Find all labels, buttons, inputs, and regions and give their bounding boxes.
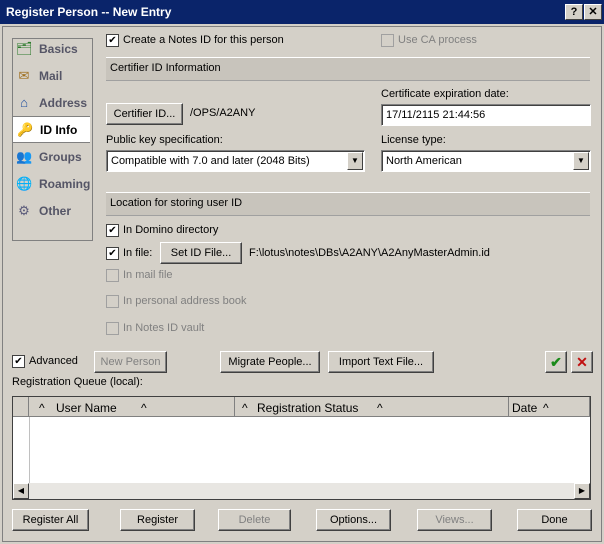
certifier-section-header: Certifier ID Information bbox=[106, 57, 590, 81]
certifier-section-title: Certifier ID Information bbox=[110, 62, 221, 74]
basics-icon: 🗂 bbox=[16, 41, 33, 56]
globe-icon: 🌐 bbox=[16, 176, 33, 191]
cert-expiration-input[interactable]: 17/11/2115 21:44:56 bbox=[381, 104, 591, 126]
tab-address-label: Address bbox=[39, 96, 88, 110]
in-domino-label: In Domino directory bbox=[123, 224, 219, 236]
import-text-file-button[interactable]: Import Text File... bbox=[328, 351, 434, 373]
house-icon: ⌂ bbox=[20, 95, 28, 110]
dropdown-arrow-icon[interactable]: ▼ bbox=[347, 152, 363, 170]
cert-expiration-label: Certificate expiration date: bbox=[381, 88, 509, 100]
tab-mail-label: Mail bbox=[39, 69, 63, 83]
column-date-label: Date bbox=[512, 401, 538, 415]
in-file-label: In file: bbox=[123, 247, 153, 259]
set-id-file-button[interactable]: Set ID File... bbox=[160, 242, 242, 264]
location-section-header: Location for storing user ID bbox=[106, 192, 590, 216]
window-title: Register Person -- New Entry bbox=[6, 5, 172, 19]
column-header-user-name[interactable]: ^ User Name ^ bbox=[29, 397, 235, 417]
tab-other-label: Other bbox=[39, 204, 72, 218]
register-all-button[interactable]: Register All bbox=[12, 509, 89, 531]
ok-check-icon[interactable]: ✔ bbox=[545, 351, 567, 373]
column-registration-status-label: Registration Status bbox=[257, 401, 359, 415]
tab-basics[interactable]: 🗂 Basics bbox=[12, 36, 89, 61]
in-vault-checkbox[interactable] bbox=[106, 322, 119, 335]
in-domino-checkbox[interactable]: ✔ bbox=[106, 224, 119, 237]
tab-roaming-label: Roaming bbox=[39, 177, 91, 191]
certifier-id-button[interactable]: Certifier ID... bbox=[106, 103, 183, 125]
views-button[interactable]: Views... bbox=[417, 509, 492, 531]
mail-icon: ✉ bbox=[18, 68, 30, 83]
create-notes-id-checkbox[interactable]: ✔ bbox=[106, 34, 119, 47]
registration-queue-table[interactable]: ^ User Name ^ ^ Registration Status ^ Da… bbox=[12, 396, 591, 500]
scroll-left-icon[interactable]: ◀ bbox=[13, 483, 29, 499]
column-user-name-label: User Name bbox=[56, 401, 117, 415]
in-file-checkbox[interactable]: ✔ bbox=[106, 247, 119, 260]
table-header-spacer bbox=[13, 397, 29, 417]
create-notes-id-label: Create a Notes ID for this person bbox=[123, 34, 284, 46]
key-icon: 🔑 bbox=[17, 122, 34, 137]
sort-icon: ^ bbox=[242, 401, 248, 415]
delete-button[interactable]: Delete bbox=[218, 509, 291, 531]
column-header-date[interactable]: Date ^ bbox=[509, 397, 590, 417]
tab-basics-label: Basics bbox=[39, 42, 78, 56]
advanced-checkbox[interactable]: ✔ bbox=[12, 355, 25, 368]
use-ca-process-checkbox[interactable] bbox=[381, 34, 394, 47]
in-mail-file-checkbox[interactable] bbox=[106, 269, 119, 282]
register-button[interactable]: Register bbox=[120, 509, 195, 531]
license-select[interactable]: North American ▼ bbox=[381, 150, 591, 172]
scroll-right-icon[interactable]: ▶ bbox=[574, 483, 590, 499]
license-value: North American bbox=[386, 155, 462, 167]
tab-groups-label: Groups bbox=[39, 150, 82, 164]
pubkey-select[interactable]: Compatible with 7.0 and later (2048 Bits… bbox=[106, 150, 365, 172]
tab-mail[interactable]: ✉ Mail bbox=[12, 63, 89, 88]
in-mail-file-label: In mail file bbox=[123, 269, 173, 281]
cancel-x-icon[interactable]: ✕ bbox=[571, 351, 593, 373]
gear-icon: ⚙ bbox=[18, 203, 30, 218]
pubkey-label: Public key specification: bbox=[106, 134, 223, 146]
options-button[interactable]: Options... bbox=[316, 509, 391, 531]
tab-id-info[interactable]: 🔑 ID Info bbox=[12, 116, 90, 143]
groups-icon: 👥 bbox=[16, 149, 33, 164]
license-label: License type: bbox=[381, 134, 446, 146]
in-pab-checkbox[interactable] bbox=[106, 295, 119, 308]
advanced-label: Advanced bbox=[29, 355, 78, 367]
sort-icon: ^ bbox=[543, 401, 549, 415]
pubkey-value: Compatible with 7.0 and later (2048 Bits… bbox=[111, 155, 310, 167]
cert-expiration-value: 17/11/2115 21:44:56 bbox=[386, 109, 486, 121]
done-button[interactable]: Done bbox=[517, 509, 592, 531]
dropdown-arrow-icon[interactable]: ▼ bbox=[573, 152, 589, 170]
help-button[interactable]: ? bbox=[565, 4, 583, 20]
column-divider bbox=[29, 417, 30, 483]
close-window-button[interactable]: ✕ bbox=[584, 4, 602, 20]
column-header-registration-status[interactable]: ^ Registration Status ^ bbox=[235, 397, 509, 417]
sort-icon: ^ bbox=[141, 401, 147, 415]
tab-other[interactable]: ⚙ Other bbox=[12, 198, 89, 223]
sort-icon: ^ bbox=[377, 401, 383, 415]
in-vault-label: In Notes ID vault bbox=[123, 322, 205, 334]
tab-groups[interactable]: 👥 Groups bbox=[12, 144, 89, 169]
tab-address[interactable]: ⌂ Address bbox=[12, 90, 89, 115]
tab-id-info-label: ID Info bbox=[40, 123, 78, 137]
title-bar: Register Person -- New Entry ? ✕ bbox=[0, 0, 604, 24]
new-person-button[interactable]: New Person bbox=[94, 351, 167, 373]
id-file-path: F:\lotus\notes\DBs\A2ANY\A2AnyMasterAdmi… bbox=[249, 247, 490, 259]
migrate-people-button[interactable]: Migrate People... bbox=[220, 351, 320, 373]
horizontal-scrollbar[interactable]: ◀ ▶ bbox=[13, 483, 590, 499]
location-section-title: Location for storing user ID bbox=[110, 197, 243, 209]
sort-icon: ^ bbox=[39, 401, 45, 415]
in-pab-label: In personal address book bbox=[123, 295, 247, 307]
tab-roaming[interactable]: 🌐 Roaming bbox=[12, 171, 91, 196]
registration-queue-label: Registration Queue (local): bbox=[12, 376, 143, 388]
use-ca-process-label: Use CA process bbox=[398, 34, 477, 46]
certifier-name: /OPS/A2ANY bbox=[190, 107, 256, 119]
